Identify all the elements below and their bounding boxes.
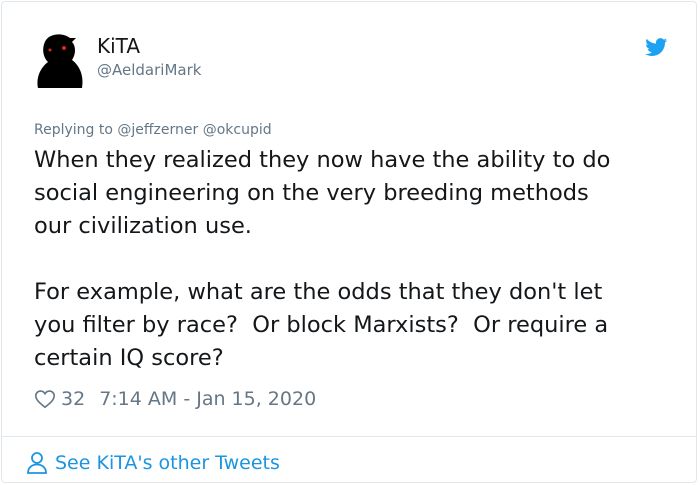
divider [2,436,696,437]
avatar[interactable] [32,32,88,88]
heart-icon[interactable] [34,388,56,410]
twitter-bird-icon[interactable] [644,36,669,58]
see-other-tweets-link[interactable]: See KiTA's other Tweets [26,449,280,477]
see-other-tweets-label[interactable]: See KiTA's other Tweets [55,452,280,474]
author-handle[interactable]: @AeldariMark [97,61,201,79]
person-icon [27,452,47,474]
like-count[interactable]: 32 [61,388,85,410]
tweet-meta: 32 7:14 AM - Jan 15, 2020 [34,386,316,412]
embedded-tweet-card: KiTA @AeldariMark Replying to @jeffzerne… [1,1,697,483]
author-display-name[interactable]: KiTA [97,34,140,58]
replying-to: Replying to @jeffzerner @okcupid [34,122,272,138]
tweet-timestamp[interactable]: 7:14 AM - Jan 15, 2020 [99,388,316,410]
tweet-text: When they realized they now have the abi… [34,147,611,371]
replying-prefix: Replying to [34,122,113,138]
mention-link[interactable]: @okcupid [203,122,272,138]
mention-link[interactable]: @jeffzerner [117,122,198,138]
